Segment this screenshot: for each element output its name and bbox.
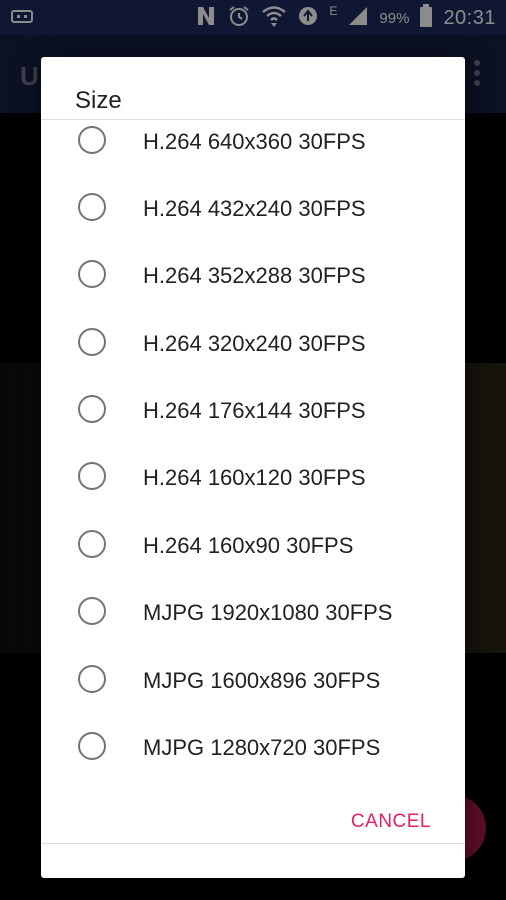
option-item[interactable]: H.264 320x240 30FPS (41, 322, 465, 389)
radio-button[interactable] (78, 732, 106, 760)
option-label: MJPG 1920x1080 30FPS (143, 600, 393, 625)
radio-button[interactable] (78, 328, 106, 356)
option-label: H.264 160x90 30FPS (143, 533, 354, 558)
size-dialog: Size H.264 640x360 30FPS H.264 432x240 3… (41, 57, 465, 878)
radio-button[interactable] (78, 530, 106, 558)
radio-button[interactable] (78, 665, 106, 693)
option-label: H.264 640x360 30FPS (143, 129, 366, 154)
option-label: MJPG 1600x896 30FPS (143, 668, 381, 693)
option-list[interactable]: H.264 640x360 30FPS H.264 432x240 30FPS … (41, 120, 465, 843)
option-item[interactable]: H.264 160x120 30FPS (41, 456, 465, 523)
option-item[interactable]: H.264 640x360 30FPS (41, 120, 465, 187)
option-label: H.264 352x288 30FPS (143, 263, 366, 288)
option-item[interactable]: H.264 176x144 30FPS (41, 389, 465, 456)
radio-button[interactable] (78, 462, 106, 490)
radio-button[interactable] (78, 597, 106, 625)
option-item[interactable]: H.264 432x240 30FPS (41, 187, 465, 254)
radio-button[interactable] (78, 126, 106, 154)
option-label: H.264 320x240 30FPS (143, 331, 366, 356)
option-label: H.264 176x144 30FPS (143, 398, 366, 423)
option-item[interactable]: MJPG 1920x1080 30FPS (41, 591, 465, 658)
divider (41, 843, 465, 844)
option-item[interactable]: MJPG 1280x720 30FPS (41, 726, 465, 793)
option-label: H.264 160x120 30FPS (143, 465, 366, 490)
option-item[interactable]: H.264 352x288 30FPS (41, 254, 465, 321)
radio-button[interactable] (78, 260, 106, 288)
radio-button[interactable] (78, 193, 106, 221)
option-label: H.264 432x240 30FPS (143, 196, 366, 221)
option-label: MJPG 1280x720 30FPS (143, 735, 381, 760)
option-item[interactable]: MJPG 1600x896 30FPS (41, 659, 465, 726)
radio-button[interactable] (78, 395, 106, 423)
option-item[interactable]: H.264 160x90 30FPS (41, 524, 465, 591)
dialog-title: Size (75, 87, 122, 114)
cancel-button[interactable]: CANCEL (351, 811, 431, 833)
